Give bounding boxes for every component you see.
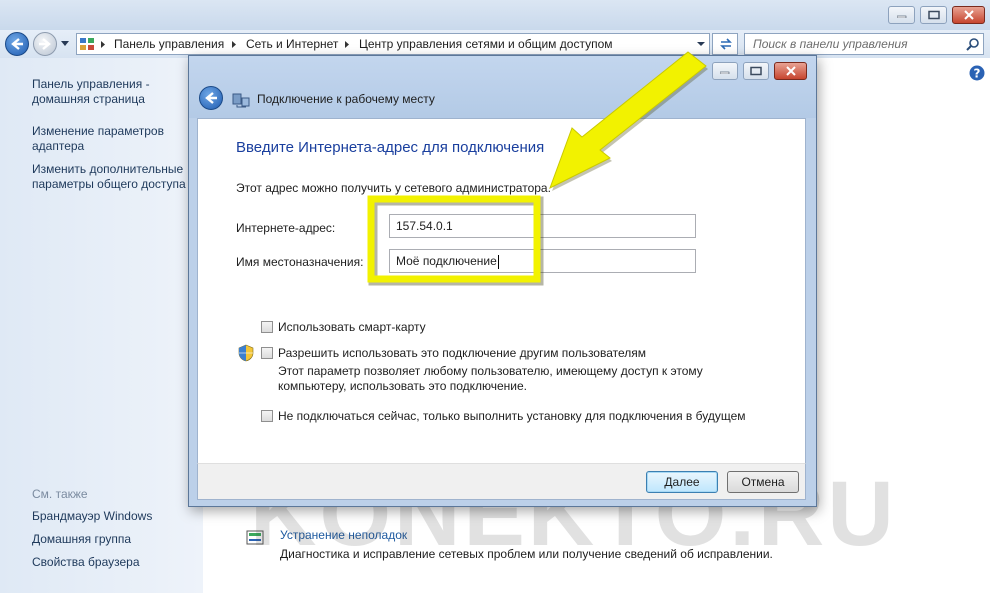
highlight-box-shadow (368, 196, 544, 286)
annotation-overlay (367, 51, 708, 286)
highlight-box (367, 195, 541, 283)
annotation-arrow (549, 51, 707, 190)
